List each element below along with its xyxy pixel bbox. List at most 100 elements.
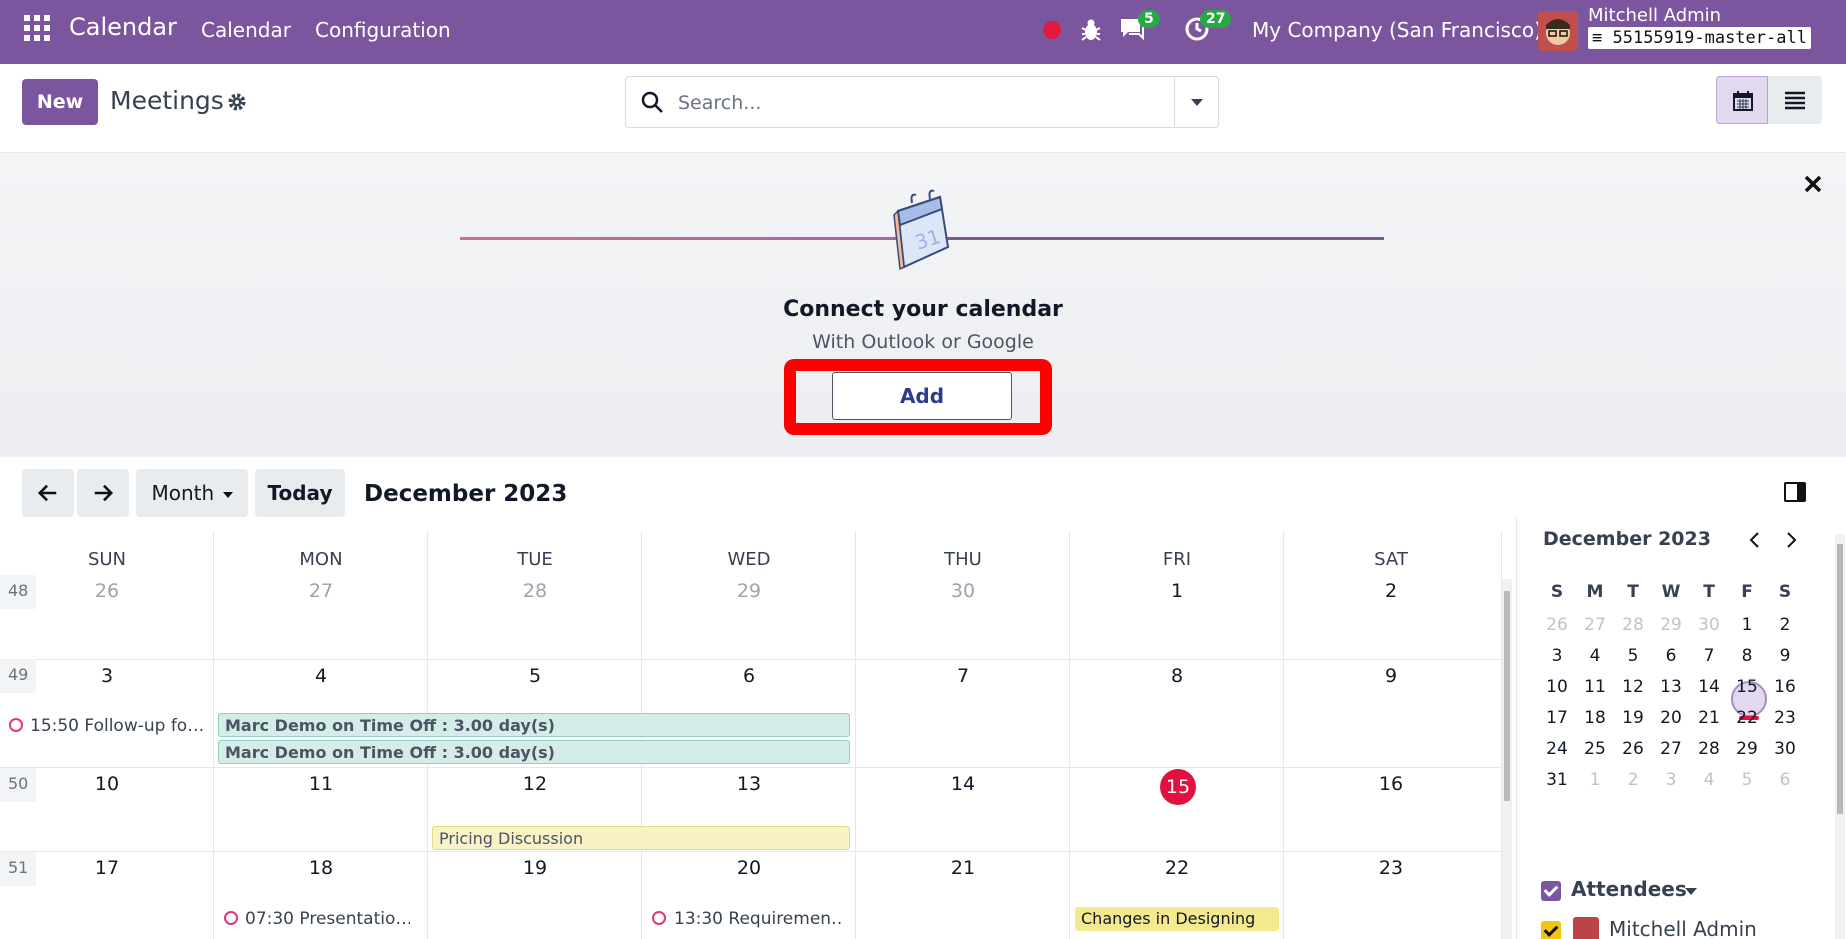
day-cell-number[interactable]: 13 bbox=[642, 773, 856, 795]
mini-day[interactable]: 27 bbox=[1652, 739, 1690, 759]
mini-day[interactable]: 14 bbox=[1690, 677, 1728, 697]
close-icon[interactable] bbox=[1802, 173, 1824, 195]
day-cell-number[interactable]: 18 bbox=[214, 857, 428, 879]
next-period-button[interactable] bbox=[77, 469, 129, 517]
day-cell-number[interactable]: 30 bbox=[856, 580, 1070, 602]
day-cell-number[interactable]: 14 bbox=[856, 773, 1070, 795]
day-cell-number[interactable]: 11 bbox=[214, 773, 428, 795]
company-switcher[interactable]: My Company (San Francisco) bbox=[1252, 18, 1542, 42]
grid-scrollbar[interactable] bbox=[1502, 579, 1512, 939]
attendee-checkbox[interactable] bbox=[1541, 921, 1561, 939]
caret-down-icon[interactable] bbox=[1685, 888, 1697, 895]
mini-day[interactable]: 10 bbox=[1538, 677, 1576, 697]
mini-day[interactable]: 21 bbox=[1690, 708, 1728, 728]
mini-day[interactable]: 1 bbox=[1576, 770, 1614, 790]
calendar-event[interactable]: 13:30 Requiremen… bbox=[674, 909, 844, 929]
record-icon[interactable] bbox=[1043, 21, 1061, 39]
sidebar-toggle-icon[interactable] bbox=[1784, 482, 1806, 502]
mini-day[interactable]: 5 bbox=[1728, 770, 1766, 790]
mini-day[interactable]: 12 bbox=[1614, 677, 1652, 697]
today-day-number[interactable]: 15 bbox=[1160, 769, 1196, 805]
mini-day[interactable]: 6 bbox=[1652, 646, 1690, 666]
mini-day[interactable]: 30 bbox=[1690, 615, 1728, 635]
mini-day[interactable]: 17 bbox=[1538, 708, 1576, 728]
mini-day[interactable]: 7 bbox=[1690, 646, 1728, 666]
day-cell-number[interactable]: 5 bbox=[428, 665, 642, 687]
add-calendar-button[interactable]: Add bbox=[832, 372, 1012, 420]
calendar-event[interactable]: 07:30 Presentatio… bbox=[245, 909, 410, 929]
gear-icon[interactable] bbox=[227, 92, 247, 112]
mini-day[interactable]: 29 bbox=[1728, 739, 1766, 759]
previous-period-button[interactable] bbox=[22, 469, 74, 517]
attendee-name[interactable]: Mitchell Admin bbox=[1609, 917, 1757, 939]
search-options-dropdown[interactable] bbox=[1174, 77, 1218, 127]
day-cell-number[interactable]: 21 bbox=[856, 857, 1070, 879]
menu-configuration[interactable]: Configuration bbox=[315, 18, 451, 42]
app-name[interactable]: Calendar bbox=[69, 13, 177, 41]
chevron-right-icon[interactable] bbox=[1781, 530, 1801, 550]
mini-day[interactable]: 26 bbox=[1614, 739, 1652, 759]
mini-day[interactable]: 3 bbox=[1538, 646, 1576, 666]
calendar-event[interactable]: Marc Demo on Time Off : 3.00 day(s) bbox=[218, 713, 850, 737]
mini-day[interactable]: 2 bbox=[1614, 770, 1652, 790]
user-avatar[interactable] bbox=[1538, 11, 1578, 51]
mini-day[interactable]: 27 bbox=[1576, 615, 1614, 635]
day-cell-number[interactable]: 1 bbox=[1070, 580, 1284, 602]
mini-day[interactable]: 22 bbox=[1728, 708, 1766, 728]
day-cell-number[interactable]: 3 bbox=[0, 665, 214, 687]
mini-day[interactable]: 24 bbox=[1538, 739, 1576, 759]
day-cell-number[interactable]: 9 bbox=[1284, 665, 1498, 687]
user-name[interactable]: Mitchell Admin bbox=[1588, 5, 1721, 26]
mini-day[interactable]: 11 bbox=[1576, 677, 1614, 697]
day-cell-number[interactable]: 27 bbox=[214, 580, 428, 602]
attendees-checkbox[interactable] bbox=[1541, 881, 1561, 901]
mini-day[interactable]: 18 bbox=[1576, 708, 1614, 728]
mini-day[interactable]: 19 bbox=[1614, 708, 1652, 728]
mini-day[interactable]: 26 bbox=[1538, 615, 1576, 635]
day-cell-number[interactable]: 8 bbox=[1070, 665, 1284, 687]
list-view-button[interactable] bbox=[1768, 76, 1822, 124]
mini-day[interactable]: 4 bbox=[1690, 770, 1728, 790]
mini-day[interactable]: 1 bbox=[1728, 615, 1766, 635]
calendar-view-button[interactable] bbox=[1716, 76, 1768, 124]
apps-grid-icon[interactable] bbox=[24, 15, 50, 41]
mini-day[interactable]: 25 bbox=[1576, 739, 1614, 759]
day-cell-number[interactable]: 10 bbox=[0, 773, 214, 795]
day-cell-number[interactable]: 20 bbox=[642, 857, 856, 879]
mini-day[interactable]: 28 bbox=[1690, 739, 1728, 759]
search-input[interactable] bbox=[678, 89, 1078, 117]
mini-day[interactable]: 9 bbox=[1766, 646, 1804, 666]
calendar-event[interactable]: Changes in Designing bbox=[1075, 907, 1279, 931]
day-cell-number[interactable]: 22 bbox=[1070, 857, 1284, 879]
new-button[interactable]: New bbox=[22, 79, 98, 125]
day-cell-number[interactable]: 12 bbox=[428, 773, 642, 795]
today-button[interactable]: Today bbox=[255, 469, 345, 517]
mini-day[interactable]: 6 bbox=[1766, 770, 1804, 790]
scale-dropdown[interactable]: Month bbox=[136, 469, 248, 517]
calendar-event[interactable]: 15:50 Follow-up fo… bbox=[30, 716, 206, 736]
day-cell-number[interactable]: 23 bbox=[1284, 857, 1498, 879]
day-cell-number[interactable]: 6 bbox=[642, 665, 856, 687]
search-bar[interactable] bbox=[625, 76, 1219, 128]
calendar-event[interactable]: Pricing Discussion bbox=[432, 826, 850, 850]
calendar-event[interactable]: Marc Demo on Time Off : 3.00 day(s) bbox=[218, 740, 850, 764]
mini-day[interactable]: 8 bbox=[1728, 646, 1766, 666]
day-cell-number[interactable]: 26 bbox=[0, 580, 214, 602]
mini-day[interactable]: 13 bbox=[1652, 677, 1690, 697]
chevron-left-icon[interactable] bbox=[1745, 530, 1765, 550]
day-cell-number[interactable]: 19 bbox=[428, 857, 642, 879]
mini-day[interactable]: 20 bbox=[1652, 708, 1690, 728]
mini-day[interactable]: 23 bbox=[1766, 708, 1804, 728]
mini-day[interactable]: 5 bbox=[1614, 646, 1652, 666]
mini-day[interactable]: 3 bbox=[1652, 770, 1690, 790]
day-cell-number[interactable]: 16 bbox=[1284, 773, 1498, 795]
debug-bug-icon[interactable] bbox=[1080, 18, 1102, 42]
mini-day[interactable]: 15 bbox=[1728, 677, 1766, 697]
mini-day[interactable]: 28 bbox=[1614, 615, 1652, 635]
mini-day[interactable]: 31 bbox=[1538, 770, 1576, 790]
mini-day[interactable]: 30 bbox=[1766, 739, 1804, 759]
mini-day[interactable]: 29 bbox=[1652, 615, 1690, 635]
mini-day[interactable]: 16 bbox=[1766, 677, 1804, 697]
day-cell-number[interactable]: 7 bbox=[856, 665, 1070, 687]
day-cell-number[interactable]: 17 bbox=[0, 857, 214, 879]
